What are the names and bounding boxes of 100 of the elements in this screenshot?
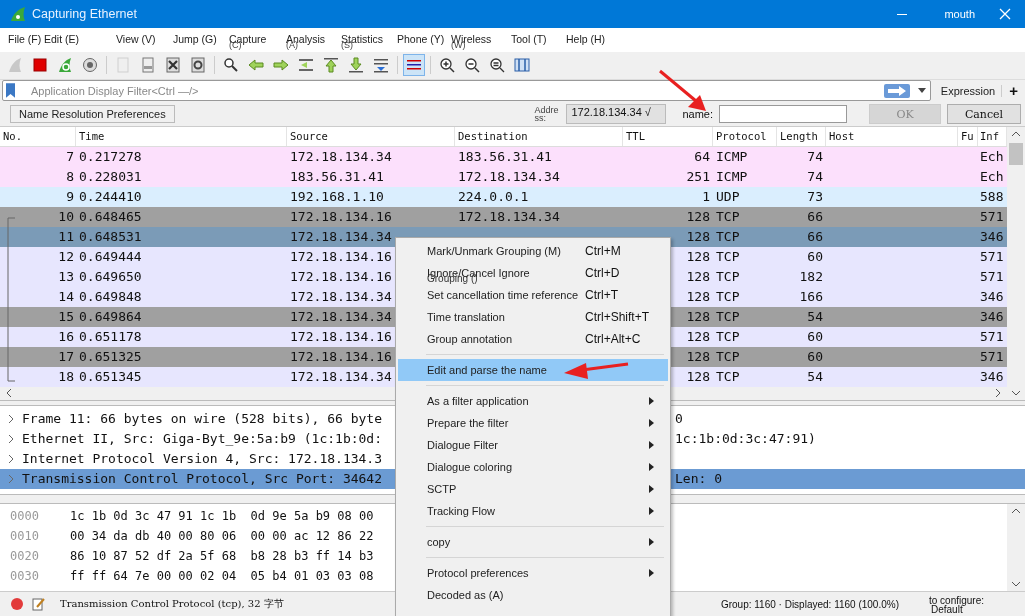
table-cell: 588	[980, 189, 1004, 205]
table-cell: TCP	[716, 349, 740, 365]
table-cell: 128	[686, 329, 710, 345]
hex-offset: 0000	[9, 509, 40, 524]
table-cell: 192.168.1.10	[290, 189, 384, 205]
table-cell: 251	[686, 169, 710, 185]
table-cell: 346	[980, 229, 1004, 245]
table-cell: 0.228031	[79, 169, 142, 185]
table-cell: 172.18.134.16	[290, 329, 392, 345]
table-cell: 0.651345	[79, 369, 142, 385]
detail-text: Transmission Control Protocol, Src Port: 34642	[22, 471, 383, 487]
table-cell: 12	[58, 249, 74, 265]
table-cell: 54	[807, 309, 823, 325]
table-cell: 66	[807, 229, 823, 245]
table-cell: 7	[66, 149, 74, 165]
hex-bytes: 86 10 87 52 df 2a 5f 68 b8 28 b3 ff 14 b3	[70, 549, 374, 564]
table-cell: 571	[980, 249, 1004, 265]
table-cell: 172.18.134.34	[458, 169, 560, 185]
table-cell: 182	[799, 269, 823, 285]
table-cell: 18	[58, 369, 74, 385]
user-name: mouth	[944, 7, 975, 20]
table-cell: 8	[66, 169, 74, 185]
table-cell: 172.18.134.34	[290, 369, 392, 385]
table-cell: TCP	[716, 369, 740, 385]
table-cell: 13	[58, 269, 74, 285]
table-cell: 54	[807, 369, 823, 385]
table-cell: TCP	[716, 289, 740, 305]
table-cell: 74	[807, 169, 823, 185]
table-cell: 172.18.134.16	[290, 269, 392, 285]
table-cell: 128	[686, 309, 710, 325]
address-label: Addre ss:	[534, 106, 560, 123]
hex-offset: 0030	[9, 569, 40, 584]
packet-counts: Group: 1160 · Displayed: 1160 (100.0%)	[720, 598, 899, 610]
table-cell: 571	[980, 349, 1004, 365]
table-cell: 128	[686, 209, 710, 225]
window-title: Capturing Ethernet	[32, 6, 137, 21]
detail-text: Len: 0	[675, 471, 722, 487]
hex-bytes: ff ff 64 7e 00 00 02 04 05 b4 01 03 03 08	[70, 569, 374, 584]
detail-text: Internet Protocol Version 4, Src: 172.18.134.3	[22, 451, 383, 467]
table-cell: 128	[686, 349, 710, 365]
table-cell: 128	[686, 269, 710, 285]
table-cell: TCP	[716, 209, 740, 225]
detail-text: 0	[675, 411, 683, 427]
table-cell: 1	[702, 189, 710, 205]
table-cell: 0.649848	[79, 289, 142, 305]
table-cell: 0.648531	[79, 229, 142, 245]
name-label: name:	[682, 108, 713, 121]
table-cell: 172.18.134.34	[458, 209, 560, 225]
table-cell: 571	[980, 269, 1004, 285]
table-cell: 0.651178	[79, 329, 142, 345]
table-cell: 172.18.134.34	[290, 289, 392, 305]
table-cell: 128	[686, 289, 710, 305]
table-cell: 14	[58, 289, 74, 305]
table-cell: 16	[58, 329, 74, 345]
table-cell: UDP	[716, 189, 740, 205]
table-cell: 0.649864	[79, 309, 142, 325]
table-cell: TCP	[716, 329, 740, 345]
table-cell: Ech	[980, 149, 1004, 165]
hex-bytes: 1c 1b 0d 3c 47 91 1c 1b 0d 9e 5a b9 08 00	[70, 509, 374, 524]
table-cell: 128	[686, 229, 710, 245]
table-cell: TCP	[716, 309, 740, 325]
table-cell: 0.651325	[79, 349, 142, 365]
table-cell: 346	[980, 309, 1004, 325]
table-cell: 60	[807, 249, 823, 265]
table-cell: 60	[807, 329, 823, 345]
table-cell: 346	[980, 289, 1004, 305]
table-cell: 571	[980, 329, 1004, 345]
table-cell: Ech	[980, 169, 1004, 185]
detail-text: Frame 11: 66 bytes on wire (528 bits), 66 byte	[22, 411, 383, 427]
table-cell: 172.18.134.16	[290, 209, 392, 225]
hex-offset: 0020	[9, 549, 40, 564]
table-cell: 172.18.134.34	[290, 149, 392, 165]
table-cell: 183.56.31.41	[290, 169, 384, 185]
table-cell: 74	[807, 149, 823, 165]
table-cell: 73	[807, 189, 823, 205]
table-cell: 346	[980, 369, 1004, 385]
table-cell: 172.18.134.34	[290, 229, 392, 245]
table-cell: 15	[58, 309, 74, 325]
table-cell: 64	[694, 149, 710, 165]
table-cell: 9	[66, 189, 74, 205]
table-cell: 17	[58, 349, 74, 365]
table-cell: 0.649444	[79, 249, 142, 265]
detail-text: Ethernet II, Src: Giga-Byt_9e:5a:b9 (1c:1b:0d:	[22, 431, 383, 447]
table-cell: 172.18.134.34	[290, 309, 392, 325]
table-cell: ICMP	[716, 169, 748, 185]
table-cell: TCP	[716, 269, 740, 285]
table-cell: 0.217278	[79, 149, 142, 165]
table-cell: 11	[58, 229, 74, 245]
status-text: Transmission Control Protocol (tcp), 32 字节	[60, 597, 284, 612]
table-cell: 166	[799, 289, 823, 305]
table-cell: 60	[807, 349, 823, 365]
hex-bytes: 00 34 da db 40 00 80 06 00 00 ac 12 86 22	[70, 529, 374, 544]
table-cell: 0.649650	[79, 269, 142, 285]
table-cell: 10	[58, 209, 74, 225]
table-cell: ICMP	[716, 149, 748, 165]
table-cell: 172.18.134.16	[290, 249, 392, 265]
table-cell: 224.0.0.1	[458, 189, 529, 205]
table-cell: 0.648465	[79, 209, 142, 225]
table-cell: 128	[686, 369, 710, 385]
table-cell: 66	[807, 209, 823, 225]
